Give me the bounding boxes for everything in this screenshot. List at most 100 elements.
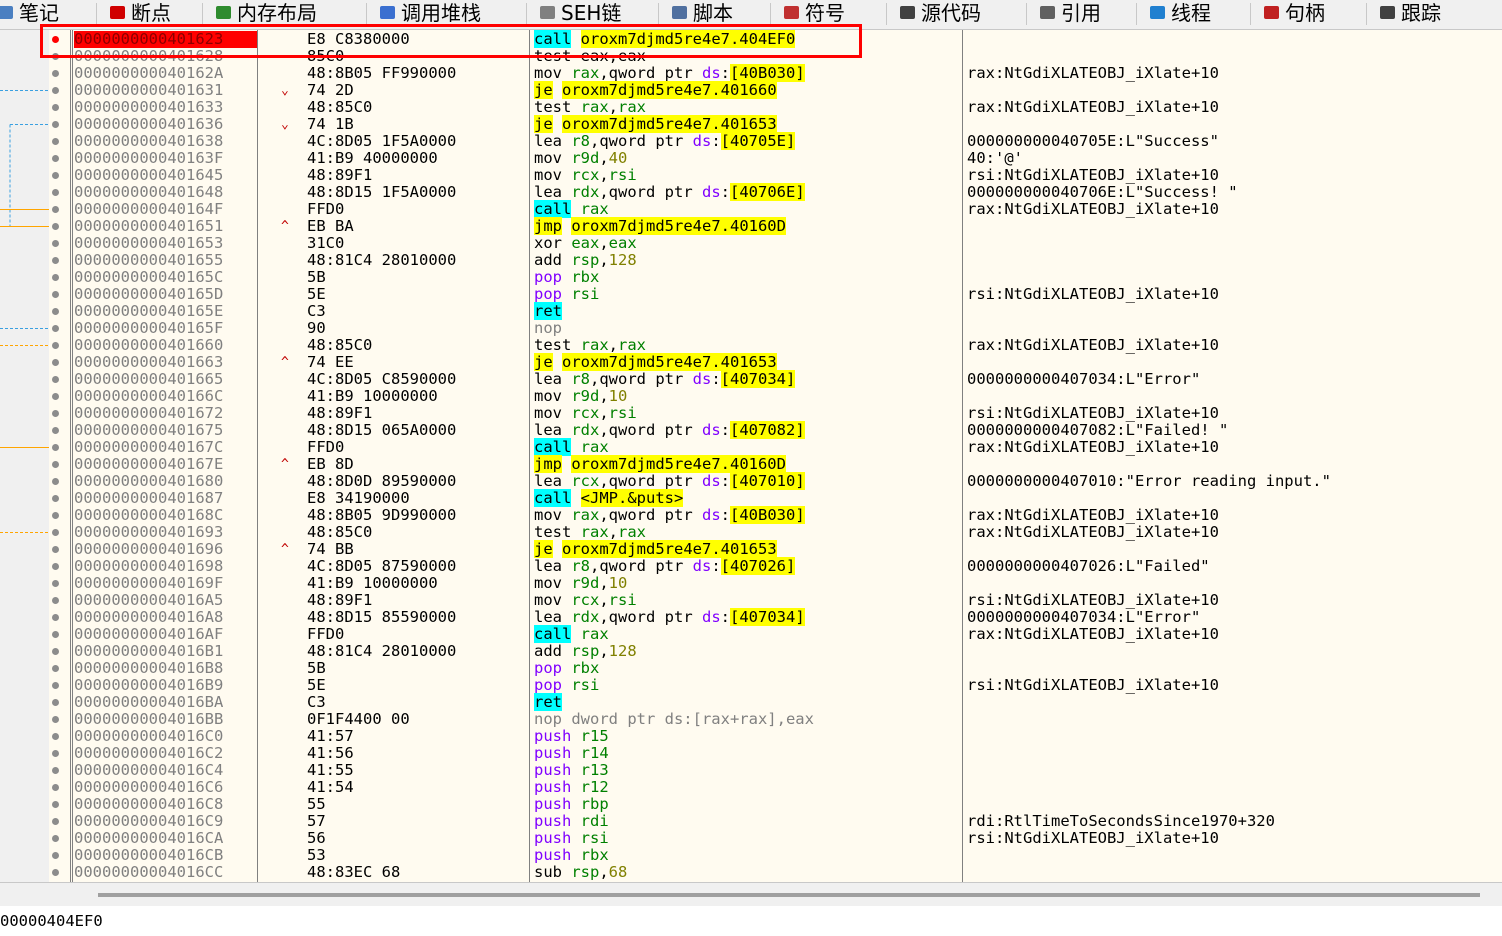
table-row[interactable]: 000000000040169F 41:B9 10000000 mov r9d,10: [49, 575, 1502, 592]
table-row[interactable]: 0000000000401633 48:85C0 test rax,rax rax:N…: [49, 99, 1502, 116]
table-row[interactable]: 000000000040165C 5B pop rbx: [49, 269, 1502, 286]
breakpoint-slot-icon[interactable]: [52, 121, 59, 128]
breakpoint-slot-icon[interactable]: [52, 869, 59, 876]
table-row[interactable]: 00000000004016C4 41:55 push r13: [49, 762, 1502, 779]
table-row[interactable]: 00000000004016AF FFD0 call rax rax:NtGdiXLA…: [49, 625, 1502, 643]
table-row[interactable]: 0000000000401631 ⌄ 74 2D je oroxm7djmd5re4e…: [49, 81, 1502, 99]
breakpoint-slot-icon[interactable]: [52, 427, 59, 434]
breakpoint-slot-icon[interactable]: [52, 393, 59, 400]
breakpoint-slot-icon[interactable]: [52, 70, 59, 77]
breakpoint-slot-icon[interactable]: [52, 359, 59, 366]
table-row[interactable]: 0000000000401638 4C:8D05 1F5A0000 lea r8,q…: [49, 132, 1502, 150]
breakpoint-slot-icon[interactable]: [52, 835, 59, 842]
breakpoint-slot-icon[interactable]: [52, 376, 59, 383]
breakpoint-slot-icon[interactable]: [52, 682, 59, 689]
table-row[interactable]: 00000000004016BA C3 ret: [49, 693, 1502, 711]
breakpoint-slot-icon[interactable]: [52, 444, 59, 451]
table-row[interactable]: 00000000004016C9 57 push rdi rdi:RtlTimeToS…: [49, 813, 1502, 830]
tab-source-code[interactable]: 源代码: [900, 0, 1018, 29]
breakpoint-slot-icon[interactable]: [52, 801, 59, 808]
table-row[interactable]: 0000000000401663 ^ 74 EE je oroxm7djmd5re4e…: [49, 353, 1502, 371]
table-row[interactable]: 00000000004016B1 48:81C4 28010000 add rsp,…: [49, 643, 1502, 660]
breakpoint-slot-icon[interactable]: [52, 189, 59, 196]
table-row[interactable]: 00000000004016C6 41:54 push r12: [49, 779, 1502, 796]
breakpoint-slot-icon[interactable]: [52, 818, 59, 825]
tab-threads[interactable]: 线程: [1150, 0, 1236, 29]
table-row[interactable]: 000000000040168C 48:8B05 9D990000 mov rax,…: [49, 506, 1502, 524]
breakpoint-slot-icon[interactable]: [52, 206, 59, 213]
breakpoint-slot-icon[interactable]: [52, 750, 59, 757]
breakpoint-slot-icon[interactable]: [52, 733, 59, 740]
table-row[interactable]: 0000000000401648 48:8D15 1F5A0000 lea rdx,…: [49, 183, 1502, 201]
breakpoint-slot-icon[interactable]: [52, 257, 59, 264]
table-row[interactable]: 0000000000401645 48:89F1 mov rcx,rsi rsi:Nt…: [49, 167, 1502, 184]
table-row[interactable]: 00000000004016BB 0F1F4400 00 nop dword ptr…: [49, 711, 1502, 728]
table-row[interactable]: 0000000000401687 E8 34190000 call <JMP.&pu…: [49, 489, 1502, 507]
breakpoint-slot-icon[interactable]: [52, 172, 59, 179]
breakpoint-slot-icon[interactable]: [52, 767, 59, 774]
breakpoint-slot-icon[interactable]: [52, 529, 59, 536]
breakpoint-slot-icon[interactable]: [52, 325, 59, 332]
table-row[interactable]: 000000000040167E ^ EB 8D jmp oroxm7djmd5re4…: [49, 455, 1502, 473]
table-row[interactable]: 0000000000401698 4C:8D05 87590000 lea r8,q…: [49, 557, 1502, 575]
table-row[interactable]: 000000000040165F 90 nop: [49, 320, 1502, 337]
tab-references[interactable]: 引用: [1040, 0, 1122, 29]
breakpoint-slot-icon[interactable]: [52, 699, 59, 706]
table-row[interactable]: 00000000004016C8 55 push rbp: [49, 796, 1502, 813]
breakpoint-slot-icon[interactable]: [52, 138, 59, 145]
table-row[interactable]: 0000000000401680 48:8D0D 89590000 lea rcx,…: [49, 472, 1502, 490]
table-row[interactable]: 0000000000401675 48:8D15 065A0000 lea rdx,…: [49, 421, 1502, 439]
disassembly-view[interactable]: 0000000000401623 E8 C8380000 call oroxm7dj…: [49, 30, 1502, 882]
table-row[interactable]: 00000000004016C0 41:57 push r15: [49, 728, 1502, 745]
horizontal-scrollbar[interactable]: [0, 882, 1502, 907]
table-row[interactable]: 00000000004016B9 5E pop rsi rsi:NtGdiXLATEO…: [49, 677, 1502, 694]
breakpoint-slot-icon[interactable]: [52, 291, 59, 298]
table-row[interactable]: 0000000000401636 ⌄ 74 1B je oroxm7djmd5re4e…: [49, 115, 1502, 133]
breakpoint-slot-icon[interactable]: [52, 155, 59, 162]
breakpoint-slot-icon[interactable]: [52, 512, 59, 519]
table-row[interactable]: 00000000004016A8 48:8D15 85590000 lea rdx,…: [49, 608, 1502, 626]
breakpoint-slot-icon[interactable]: [52, 478, 59, 485]
table-row[interactable]: 00000000004016CC 48:83EC 68 sub rsp,68: [49, 864, 1502, 881]
breakpoint-slot-icon[interactable]: [52, 648, 59, 655]
tab-trace[interactable]: 跟踪: [1380, 0, 1462, 29]
breakpoint-slot-icon[interactable]: [52, 597, 59, 604]
breakpoint-slot-icon[interactable]: [52, 546, 59, 553]
breakpoint-slot-icon[interactable]: [52, 410, 59, 417]
breakpoint-slot-icon[interactable]: [52, 495, 59, 502]
table-row[interactable]: 0000000000401653 31C0 xor eax,eax: [49, 235, 1502, 252]
breakpoint-slot-icon[interactable]: [52, 87, 59, 94]
table-row[interactable]: 0000000000401696 ^ 74 BB je oroxm7djmd5re4e…: [49, 540, 1502, 558]
breakpoint-slot-icon[interactable]: [52, 716, 59, 723]
table-row[interactable]: 00000000004016C2 41:56 push r14: [49, 745, 1502, 762]
table-row[interactable]: 0000000000401660 48:85C0 test rax,rax rax:N…: [49, 337, 1502, 354]
breakpoint-slot-icon[interactable]: [52, 563, 59, 570]
breakpoint-slot-icon[interactable]: [52, 784, 59, 791]
table-row[interactable]: 0000000000401651 ^ EB BA jmp oroxm7djmd5re4…: [49, 217, 1502, 235]
table-row[interactable]: 000000000040167C FFD0 call rax rax:NtGdiXLA…: [49, 438, 1502, 456]
table-row[interactable]: 0000000000401655 48:81C4 28010000 add rsp,…: [49, 252, 1502, 269]
breakpoint-slot-icon[interactable]: [52, 580, 59, 587]
breakpoint-slot-icon[interactable]: [52, 240, 59, 247]
table-row[interactable]: 0000000000401665 4C:8D05 C8590000 lea r8,q…: [49, 370, 1502, 388]
table-row[interactable]: 000000000040163F 41:B9 40000000 mov r9d,40…: [49, 150, 1502, 167]
breakpoint-slot-icon[interactable]: [52, 852, 59, 859]
table-row[interactable]: 0000000000401693 48:85C0 test rax,rax rax:N…: [49, 524, 1502, 541]
breakpoint-slot-icon[interactable]: [52, 631, 59, 638]
table-row[interactable]: 00000000004016B8 5B pop rbx: [49, 660, 1502, 677]
table-row[interactable]: 00000000004016CB 53 push rbx: [49, 847, 1502, 864]
breakpoint-slot-icon[interactable]: [52, 665, 59, 672]
table-row[interactable]: 0000000000401672 48:89F1 mov rcx,rsi rsi:Nt…: [49, 405, 1502, 422]
breakpoint-slot-icon[interactable]: [52, 342, 59, 349]
table-row[interactable]: 000000000040164F FFD0 call rax rax:NtGdiXLA…: [49, 200, 1502, 218]
table-row[interactable]: 000000000040162A 48:8B05 FF990000 mov rax,…: [49, 64, 1502, 82]
breakpoint-slot-icon[interactable]: [52, 614, 59, 621]
breakpoint-slot-icon[interactable]: [52, 308, 59, 315]
table-row[interactable]: 00000000004016A5 48:89F1 mov rcx,rsi rsi:Nt…: [49, 592, 1502, 609]
table-row[interactable]: 000000000040166C 41:B9 10000000 mov r9d,10: [49, 388, 1502, 405]
table-row[interactable]: 00000000004016CA 56 push rsi rsi:NtGdiXLATE…: [49, 830, 1502, 847]
tab-handles[interactable]: 句柄: [1264, 0, 1350, 29]
table-row[interactable]: 000000000040165D 5E pop rsi rsi:NtGdiXLATEO…: [49, 286, 1502, 303]
breakpoint-slot-icon[interactable]: [52, 223, 59, 230]
breakpoint-slot-icon[interactable]: [52, 461, 59, 468]
